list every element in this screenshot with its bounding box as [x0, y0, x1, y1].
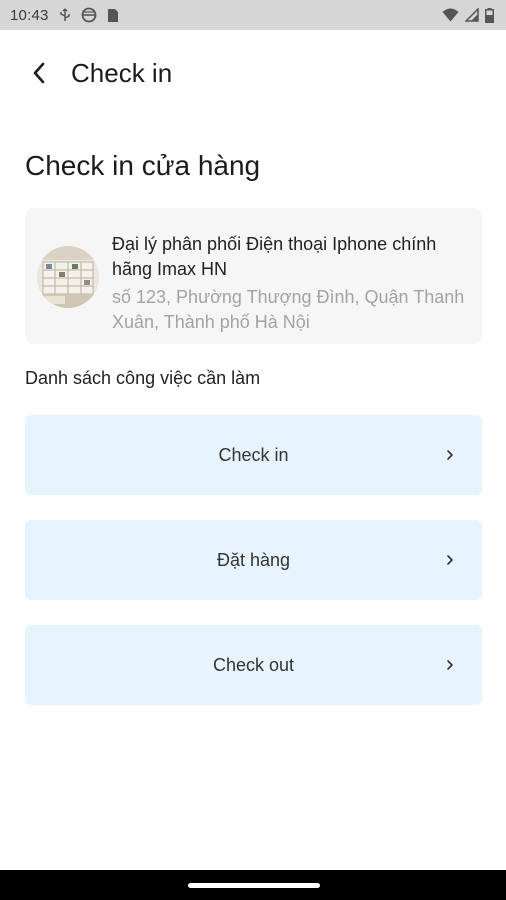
task-label: Check out	[212, 654, 295, 675]
app-bar: Check in	[0, 30, 506, 122]
status-time: 10:43	[10, 6, 49, 24]
check-out-task-button[interactable]: Check out	[25, 625, 482, 705]
store-image	[37, 246, 99, 308]
home-gesture-handle[interactable]	[188, 883, 320, 888]
store-address: số 123, Phường Thượng Đình, Quận Thanh X…	[112, 287, 465, 332]
sim-card-icon	[107, 8, 119, 23]
check-in-task-button[interactable]: Check in	[25, 415, 482, 495]
battery-icon	[485, 7, 494, 23]
signal-icon	[465, 8, 479, 22]
chevron-right-icon	[446, 658, 456, 672]
status-bar-left: 10:43	[10, 7, 119, 24]
task-list-heading: Danh sách công việc cần làm	[25, 368, 261, 388]
vpn-globe-icon	[81, 7, 97, 23]
chevron-right-icon	[446, 448, 456, 462]
chevron-left-icon	[32, 62, 46, 89]
store-name: Đại lý phân phối Điện thoại Iphone chính…	[112, 234, 437, 279]
store-card[interactable]: Đại lý phân phối Điện thoại Iphone chính…	[25, 208, 482, 344]
status-bar-right	[442, 7, 494, 23]
task-label: Đặt hàng	[216, 549, 291, 570]
system-navigation-bar	[0, 870, 506, 900]
back-button[interactable]	[24, 60, 54, 90]
wifi-icon	[442, 8, 459, 22]
usb-icon	[59, 8, 71, 22]
chevron-right-icon	[446, 553, 456, 567]
task-label: Check in	[218, 444, 289, 465]
order-task-button[interactable]: Đặt hàng	[25, 520, 482, 600]
section-title: Check in cửa hàng	[25, 150, 261, 181]
page-title: Check in	[71, 58, 173, 88]
status-bar: 10:43	[0, 0, 506, 30]
